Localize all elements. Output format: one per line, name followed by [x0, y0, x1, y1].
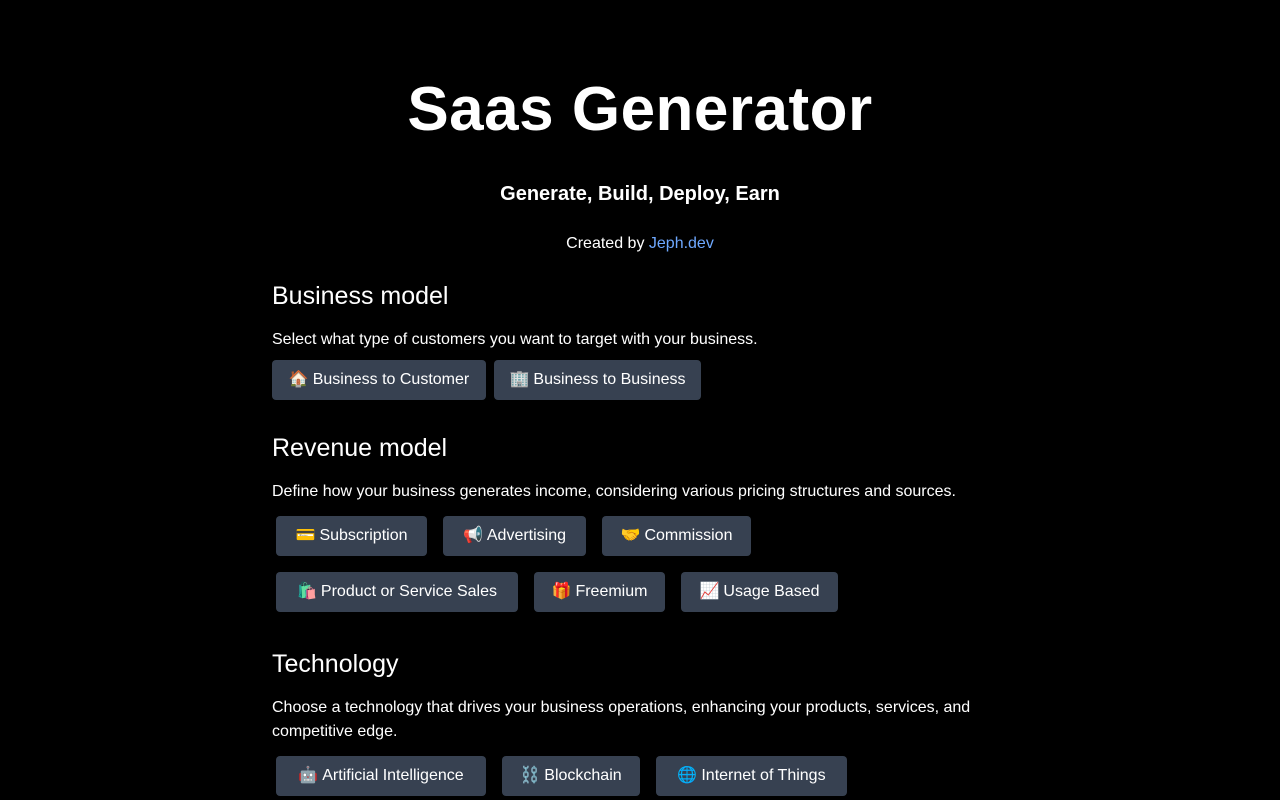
- option-label: Advertising: [486, 527, 567, 544]
- page-tagline: Generate, Build, Deploy, Earn: [500, 183, 780, 205]
- megaphone-icon: 📢: [462, 527, 483, 544]
- revenue-model-description: Define how your business generates incom…: [272, 483, 956, 500]
- chains-icon: ⛓️: [520, 767, 541, 784]
- option-business-to-customer[interactable]: 🏠 Business to Customer: [272, 360, 486, 400]
- revenue-model-title: Revenue model: [272, 434, 448, 462]
- robot-icon: 🤖: [298, 767, 319, 784]
- option-usage-based[interactable]: 📈 Usage Based: [681, 572, 838, 612]
- option-advertising[interactable]: 📢 Advertising: [443, 516, 586, 556]
- chart-increasing-icon: 📈: [699, 583, 720, 600]
- shopping-bags-icon: 🛍️: [297, 583, 317, 600]
- business-model-title: Business model: [272, 282, 449, 310]
- credit-line: Created by Jeph.dev: [0, 233, 1280, 255]
- option-subscription[interactable]: 💳 Subscription: [276, 516, 427, 556]
- option-commission[interactable]: 🤝 Commission: [602, 516, 751, 556]
- option-label: Business to Customer: [312, 371, 470, 388]
- office-building-icon: 🏢: [509, 371, 530, 388]
- option-internet-of-things[interactable]: 🌐 Internet of Things: [656, 756, 847, 796]
- gift-icon: 🎁: [551, 583, 572, 600]
- option-label: Artificial Intelligence: [322, 767, 464, 784]
- option-freemium[interactable]: 🎁 Freemium: [534, 572, 665, 612]
- technology-title: Technology: [272, 650, 399, 678]
- page-title: Saas Generator: [407, 75, 873, 144]
- option-artificial-intelligence[interactable]: 🤖 Artificial Intelligence: [276, 756, 486, 796]
- option-business-to-business[interactable]: 🏢 Business to Business: [494, 360, 701, 400]
- option-label: Blockchain: [544, 767, 622, 784]
- option-label: Freemium: [575, 583, 648, 600]
- author-link[interactable]: Jeph.dev: [649, 235, 714, 252]
- option-label: Internet of Things: [701, 767, 826, 784]
- option-label: Product or Service Sales: [320, 583, 497, 600]
- option-product-or-service-sales[interactable]: 🛍️ Product or Service Sales: [276, 572, 518, 612]
- business-model-description: Select what type of customers you want t…: [272, 331, 758, 348]
- technology-description: Choose a technology that drives your bus…: [272, 699, 971, 740]
- globe-icon: 🌐: [677, 767, 698, 784]
- house-icon: 🏠: [288, 371, 309, 388]
- option-blockchain[interactable]: ⛓️ Blockchain: [502, 756, 640, 796]
- credit-card-icon: 💳: [295, 527, 316, 544]
- option-label: Usage Based: [723, 583, 820, 600]
- handshake-icon: 🤝: [620, 527, 641, 544]
- credit-prefix: Created by: [566, 235, 649, 252]
- option-label: Subscription: [319, 527, 408, 544]
- option-label: Business to Business: [533, 371, 686, 388]
- option-label: Commission: [644, 527, 733, 544]
